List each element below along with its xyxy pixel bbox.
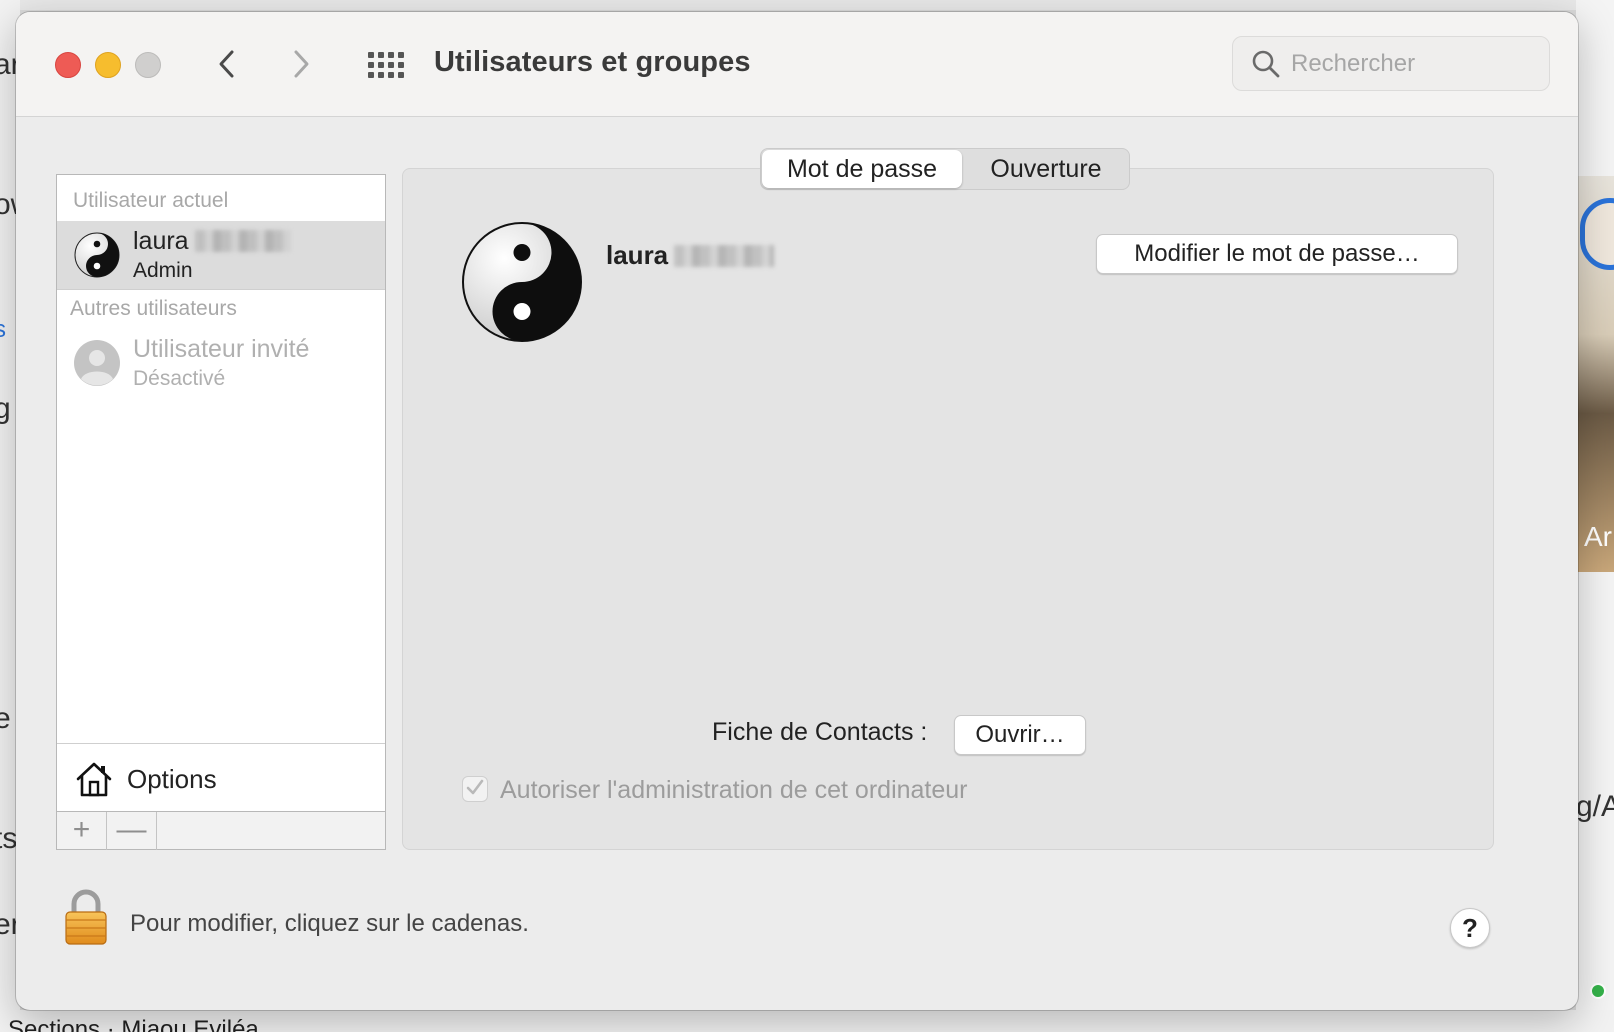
account-name: laura xyxy=(606,240,775,271)
window-title: Utilisateurs et groupes xyxy=(434,46,751,78)
chevron-right-icon xyxy=(294,50,309,78)
other-users-section-label: Autres utilisateurs xyxy=(70,297,237,320)
bg-fragment: ts xyxy=(0,822,18,855)
user-row-current[interactable]: laura Admin xyxy=(57,221,385,289)
title-bar: Utilisateurs et groupes xyxy=(16,12,1578,117)
bg-fragment: g xyxy=(0,392,11,425)
chevron-left-icon xyxy=(219,50,234,78)
redacted-surname xyxy=(674,245,775,267)
admin-checkbox-label: Autoriser l'administration de cet ordina… xyxy=(500,776,968,804)
section-divider xyxy=(57,289,385,290)
change-password-button[interactable]: Modifier le mot de passe… xyxy=(1096,234,1458,274)
guest-user-name: Utilisateur invité xyxy=(133,335,310,363)
contacts-card-label: Fiche de Contacts : xyxy=(712,718,928,746)
search-field[interactable] xyxy=(1232,36,1550,91)
yin-yang-avatar-icon xyxy=(74,232,120,278)
background-app-bottom: Sections · Miaou Eviléa xyxy=(0,1010,1614,1032)
user-role: Admin xyxy=(133,259,193,282)
current-user-section-label: Utilisateur actuel xyxy=(73,189,229,212)
bg-fragment: g/A xyxy=(1576,790,1614,823)
yin-yang-profile-picture-icon[interactable] xyxy=(460,220,584,344)
back-button[interactable] xyxy=(212,46,242,82)
login-options-button[interactable]: Options xyxy=(57,743,385,811)
account-name-text: laura xyxy=(606,240,669,270)
checkmark-icon xyxy=(466,779,484,795)
user-row-guest[interactable]: Utilisateur invité Désactivé xyxy=(57,329,385,397)
tab-password[interactable]: Mot de passe xyxy=(762,150,962,188)
redacted-surname xyxy=(194,230,291,252)
house-icon xyxy=(76,762,112,797)
tab-login-items[interactable]: Ouverture xyxy=(965,150,1127,188)
user-name-text: laura xyxy=(133,227,189,255)
sidebar-footer: + — xyxy=(57,811,385,850)
bg-fragment: Sections · Miaou Eviléa xyxy=(8,1016,259,1032)
help-button[interactable]: ? xyxy=(1450,908,1490,948)
bg-fragment: s xyxy=(0,316,6,343)
user-name: laura xyxy=(133,227,291,256)
admin-checkbox[interactable] xyxy=(462,776,488,802)
guest-user-status: Désactivé xyxy=(133,367,226,390)
remove-user-button[interactable]: — xyxy=(107,812,157,850)
lock-instruction-text: Pour modifier, cliquez sur le cadenas. xyxy=(130,910,529,937)
padlock-icon[interactable] xyxy=(62,888,110,946)
preferences-window: Utilisateurs et groupes Utilisateur actu… xyxy=(16,12,1578,1010)
search-icon xyxy=(1252,50,1280,78)
zoom-button[interactable] xyxy=(135,52,161,78)
generic-user-avatar-icon xyxy=(74,340,120,386)
online-status-dot xyxy=(1590,983,1606,999)
tab-control: Mot de passe Ouverture xyxy=(760,148,1130,190)
open-contacts-button[interactable]: Ouvrir… xyxy=(954,715,1086,755)
background-app-top xyxy=(0,0,1614,10)
close-button[interactable] xyxy=(55,52,81,78)
background-app-right: Ar g/A xyxy=(1576,0,1614,1032)
bg-fragment: Ar xyxy=(1584,521,1612,552)
forward-button[interactable] xyxy=(286,46,316,82)
bg-fragment: e xyxy=(0,702,11,735)
add-user-button[interactable]: + xyxy=(57,812,107,850)
search-input[interactable] xyxy=(1291,47,1531,81)
minimize-button[interactable] xyxy=(95,52,121,78)
show-all-grid-icon[interactable] xyxy=(368,52,404,78)
options-label: Options xyxy=(127,764,217,794)
user-list-sidebar: Utilisateur actuel laura Admin Autres ut… xyxy=(56,174,386,850)
